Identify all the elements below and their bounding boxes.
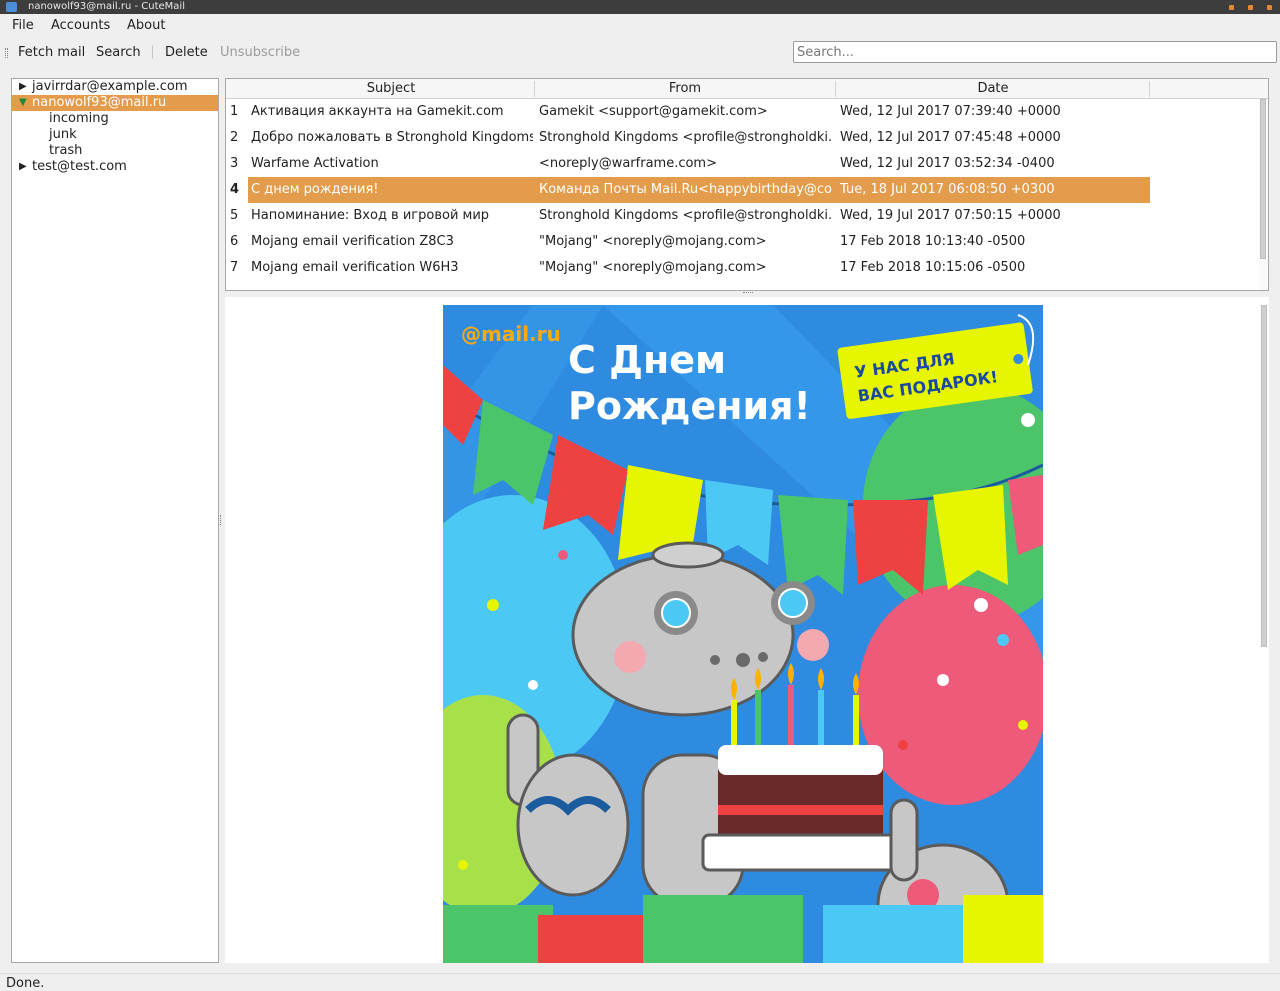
delete-button[interactable]: Delete (165, 45, 208, 60)
row-from: Stronghold Kingdoms <profile@strongholdk… (539, 130, 832, 145)
row-date: 17 Feb 2018 10:15:06 -0500 (840, 260, 1026, 275)
window-titlebar: nanowolf93@mail.ru - CuteMail (0, 0, 1280, 14)
mailru-logo: @mail.ru (461, 322, 561, 346)
row-number: 1 (230, 104, 239, 119)
search-button[interactable]: Search (96, 45, 141, 60)
message-list: Subject From Date 1 Активация аккаунта н… (225, 78, 1269, 291)
app-icon (6, 2, 17, 12)
column-header-subject[interactable]: Subject (248, 81, 534, 96)
row-number: 2 (230, 130, 239, 145)
table-row[interactable]: 6 Mojang email verification Z8C3 "Mojang… (226, 229, 1150, 255)
account-item[interactable]: ▶ javirrdar@example.com (12, 79, 218, 95)
row-from: "Mojang" <noreply@mojang.com> (539, 260, 767, 275)
column-divider[interactable] (1149, 81, 1150, 97)
search-input[interactable] (793, 41, 1277, 63)
collapse-arrow-icon[interactable]: ▼ (19, 95, 27, 111)
message-list-scrollbar[interactable] (1259, 99, 1268, 290)
status-bar: Done. (0, 973, 1280, 991)
message-list-header: Subject From Date (226, 79, 1268, 99)
row-subject: Добро пожаловать в Stronghold Kingdoms (251, 130, 533, 145)
row-from: Команда Почты Mail.Ru<happybirthday@co..… (539, 182, 832, 197)
fetch-mail-button[interactable]: Fetch mail (18, 45, 85, 60)
row-date: Wed, 12 Jul 2017 07:45:48 +0000 (840, 130, 1061, 145)
row-date: 17 Feb 2018 10:13:40 -0500 (840, 234, 1026, 249)
row-subject: Напоминание: Вход в игровой мир (251, 208, 490, 223)
expand-arrow-icon[interactable]: ▶ (19, 159, 27, 175)
row-from: "Mojang" <noreply@mojang.com> (539, 234, 767, 249)
unsubscribe-button[interactable]: Unsubscribe (220, 45, 300, 60)
folder-trash[interactable]: trash (49, 143, 82, 159)
card-headline-line1: С Днем (568, 338, 726, 382)
row-number: 4 (230, 182, 240, 197)
close-button[interactable] (1267, 5, 1272, 10)
row-from: <noreply@warframe.com> (539, 156, 717, 171)
row-subject: Mojang email verification W6H3 (251, 260, 459, 275)
account-label: javirrdar@example.com (32, 79, 188, 94)
menubar: File Accounts About (0, 14, 1280, 39)
row-subject: Warfame Activation (251, 156, 379, 171)
table-row-selected[interactable]: 4 С днем рождения! Команда Почты Mail.Ru… (226, 177, 1150, 203)
toolbar: Fetch mail Search Delete Unsubscribe (0, 39, 1280, 66)
account-item[interactable]: ▶ test@test.com (12, 159, 218, 175)
row-subject: Активация аккаунта на Gamekit.com (251, 104, 504, 119)
scrollbar-thumb[interactable] (1261, 305, 1267, 647)
column-header-from[interactable]: From (535, 81, 835, 96)
menu-accounts[interactable]: Accounts (51, 18, 110, 33)
birthday-card-image: @mail.ru С Днем Рождения! У НАС ДЛЯ ВАС … (443, 305, 1043, 963)
expand-arrow-icon[interactable]: ▶ (19, 79, 27, 95)
table-row[interactable]: 2 Добро пожаловать в Stronghold Kingdoms… (226, 125, 1150, 151)
horizontal-splitter-handle[interactable] (743, 292, 753, 295)
row-subject: С днем рождения! (251, 182, 379, 197)
account-label: test@test.com (32, 159, 127, 174)
table-row[interactable]: 1 Активация аккаунта на Gamekit.com Game… (226, 99, 1150, 125)
table-row[interactable]: 7 Mojang email verification W6H3 "Mojang… (226, 255, 1150, 281)
folder-junk[interactable]: junk (49, 127, 77, 143)
table-row-partial[interactable] (226, 281, 1150, 290)
card-headline-line2: Рождения! (568, 384, 811, 428)
table-row[interactable]: 5 Напоминание: Вход в игровой мир Strong… (226, 203, 1150, 229)
menu-about[interactable]: About (127, 18, 165, 33)
row-number: 5 (230, 208, 239, 223)
account-tree: ▶ javirrdar@example.com ▼ nanowolf93@mai… (11, 78, 219, 963)
row-date: Wed, 19 Jul 2017 07:50:15 +0000 (840, 208, 1061, 223)
scrollbar-thumb[interactable] (1260, 99, 1266, 259)
row-from: Stronghold Kingdoms <profile@strongholdk… (539, 208, 832, 223)
row-from: Gamekit <support@gamekit.com> (539, 104, 768, 119)
row-date: Wed, 12 Jul 2017 03:52:34 -0400 (840, 156, 1055, 171)
toolbar-grip-handle[interactable] (5, 48, 8, 58)
menu-file[interactable]: File (12, 18, 34, 33)
minimize-button[interactable] (1229, 5, 1234, 10)
row-number: 6 (230, 234, 239, 249)
vertical-splitter-handle[interactable] (220, 515, 223, 525)
account-item-selected[interactable]: ▼ nanowolf93@mail.ru (12, 95, 218, 111)
window-title: nanowolf93@mail.ru - CuteMail (28, 1, 185, 12)
folder-incoming[interactable]: incoming (49, 111, 109, 127)
row-subject: Mojang email verification Z8C3 (251, 234, 454, 249)
toolbar-separator (152, 45, 153, 59)
maximize-button[interactable] (1248, 5, 1253, 10)
table-row[interactable]: 3 Warfame Activation <noreply@warframe.c… (226, 151, 1150, 177)
row-number: 3 (230, 156, 239, 171)
row-number: 7 (230, 260, 239, 275)
row-date: Tue, 18 Jul 2017 06:08:50 +0300 (840, 182, 1055, 197)
row-date: Wed, 12 Jul 2017 07:39:40 +0000 (840, 104, 1061, 119)
column-header-date[interactable]: Date (836, 81, 1150, 96)
account-label: nanowolf93@mail.ru (32, 95, 167, 110)
preview-scrollbar[interactable] (1260, 305, 1269, 963)
